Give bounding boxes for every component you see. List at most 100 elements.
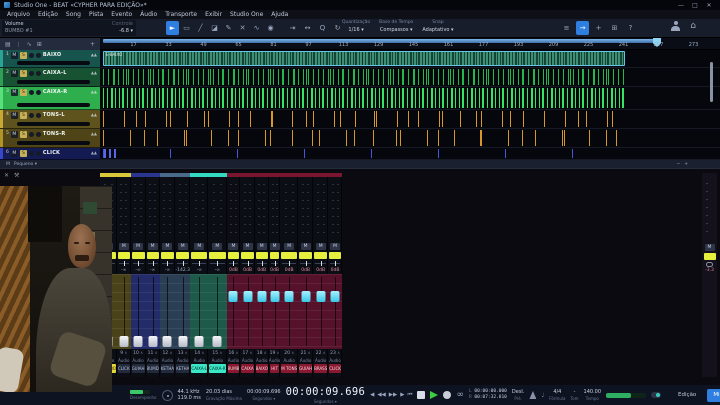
channel-name-label[interactable]: KETHA bbox=[161, 364, 174, 373]
loop-range-display[interactable]: L 00:00:00.000 R 00:07:32.810 bbox=[469, 389, 507, 401]
cpu-gauge-icon[interactable] bbox=[162, 390, 173, 401]
channel-volume-value[interactable]: -∞ bbox=[190, 267, 208, 274]
track-volume-bar[interactable] bbox=[17, 80, 90, 84]
secondary-tool-icon[interactable]: ⇥ bbox=[286, 21, 299, 35]
channel-solo-button[interactable] bbox=[299, 252, 312, 259]
channel-name-label[interactable]: CAIXA-L bbox=[191, 364, 207, 373]
channel-pan-slider[interactable] bbox=[146, 260, 160, 267]
channel-solo-button[interactable] bbox=[176, 252, 189, 259]
metronome-icon[interactable] bbox=[529, 391, 536, 399]
channel-volume-value[interactable]: -∞ bbox=[117, 267, 131, 274]
channel-fader-handle[interactable] bbox=[257, 291, 266, 302]
mixer-channel-strip[interactable]: M 0dB 16 Áudio BUMB bbox=[227, 173, 241, 377]
channel-name-label[interactable]: BUMD bbox=[147, 364, 159, 373]
channel-fader-track[interactable] bbox=[190, 274, 208, 349]
tool-button-icon[interactable]: ▭ bbox=[180, 21, 193, 35]
track-header[interactable]: 3 M S CAIXA-R ▲▲ bbox=[0, 87, 100, 110]
channel-fader-track[interactable] bbox=[227, 274, 241, 349]
track-name[interactable]: TONS-L bbox=[43, 112, 89, 118]
tool-button-icon[interactable]: ∿ bbox=[250, 21, 263, 35]
track-lane[interactable]: E-BAIXO bbox=[100, 50, 720, 68]
transport-nav-icon[interactable]: ◀◀ bbox=[377, 392, 385, 399]
channel-solo-button[interactable] bbox=[147, 252, 159, 259]
view-tool-icon[interactable]: → bbox=[576, 21, 589, 35]
channel-fader-handle[interactable] bbox=[285, 291, 294, 302]
tool-button-icon[interactable]: ◉ bbox=[264, 21, 277, 35]
tool-button-icon[interactable]: ✕ bbox=[236, 21, 249, 35]
mixer-channel-strip[interactable]: M -∞ 9 Áudio CLICK bbox=[117, 173, 131, 377]
loop-right-value[interactable]: 00:07:32.810 bbox=[474, 395, 507, 400]
channel-name-label[interactable]: CLICK bbox=[118, 364, 130, 373]
channel-mute-button[interactable]: M bbox=[194, 243, 204, 250]
channel-pan-slider[interactable] bbox=[227, 260, 241, 267]
channel-solo-button[interactable] bbox=[329, 252, 341, 259]
channel-pan-slider[interactable] bbox=[131, 260, 146, 267]
track-lane[interactable] bbox=[100, 110, 720, 129]
track-volume-bar[interactable] bbox=[17, 122, 90, 126]
channel-solo-button[interactable] bbox=[161, 252, 174, 259]
view-tool-icon[interactable]: ⊞ bbox=[608, 21, 621, 35]
menu-item[interactable]: Edição bbox=[38, 11, 58, 18]
time-signature-display[interactable]: 4/4 Fórmula bbox=[549, 389, 565, 400]
menu-item[interactable]: Áudio bbox=[140, 11, 157, 18]
track-lane[interactable] bbox=[100, 148, 720, 160]
track-name[interactable]: CLICK bbox=[43, 150, 89, 156]
view-tool-icon[interactable]: ≡ bbox=[560, 21, 573, 35]
transport-nav-icon[interactable]: ▶ bbox=[400, 392, 404, 399]
channel-solo-button[interactable] bbox=[191, 252, 207, 259]
channel-volume-value[interactable]: -∞ bbox=[131, 267, 146, 274]
record-button[interactable] bbox=[443, 391, 451, 399]
window-control-button[interactable]: □ bbox=[688, 2, 702, 9]
channel-fader-track[interactable] bbox=[117, 274, 131, 349]
track-name[interactable]: CAIXA-R bbox=[43, 89, 89, 95]
channel-mute-button[interactable]: M bbox=[228, 243, 238, 250]
track-solo-button[interactable]: S bbox=[20, 52, 27, 59]
main-time-unit[interactable]: Segundos ▾ bbox=[314, 399, 337, 404]
channel-volume-value[interactable]: 0dB bbox=[298, 267, 313, 274]
track-volume-bar[interactable] bbox=[17, 61, 90, 65]
channel-fader-handle[interactable] bbox=[213, 336, 222, 347]
track-record-button[interactable] bbox=[29, 151, 34, 156]
automation-mode[interactable]: Controle bbox=[112, 21, 133, 28]
channel-pan-slider[interactable] bbox=[328, 260, 342, 267]
channel-fader-handle[interactable] bbox=[195, 336, 204, 347]
channel-volume-value[interactable]: 0dB bbox=[313, 267, 328, 274]
view-tool-icon[interactable]: ? bbox=[624, 21, 637, 35]
track-header[interactable]: 6 M S CLICK ▲▲ bbox=[0, 148, 100, 160]
channel-pan-slider[interactable] bbox=[280, 260, 298, 267]
track-monitor-button[interactable] bbox=[36, 90, 41, 95]
channel-fader-track[interactable] bbox=[175, 274, 190, 349]
channel-fader-handle[interactable] bbox=[178, 336, 187, 347]
channel-mute-button[interactable]: M bbox=[162, 243, 172, 250]
channel-fader-handle[interactable] bbox=[243, 291, 252, 302]
channel-pan-slider[interactable] bbox=[298, 260, 313, 267]
loop-left-value[interactable]: 00:00:00.000 bbox=[474, 389, 507, 394]
channel-solo-button[interactable] bbox=[270, 252, 279, 259]
automation-box[interactable]: Volume Controle BUMBO #1 -6.8 ▾ bbox=[2, 20, 136, 36]
main-time-display[interactable]: 00:00:09.696 Segundos ▾ bbox=[286, 386, 365, 404]
channel-volume-value[interactable]: 0dB bbox=[328, 267, 342, 274]
channel-pan-slider[interactable] bbox=[117, 260, 131, 267]
channel-volume-value[interactable]: 0dB bbox=[255, 267, 269, 274]
menu-item[interactable]: Arquivo bbox=[7, 11, 30, 18]
mixer-channel-strip[interactable]: M -∞ 10 Áudio GUIAH bbox=[131, 173, 146, 377]
channel-pan-slider[interactable] bbox=[190, 260, 208, 267]
track-record-button[interactable] bbox=[29, 113, 34, 118]
main-time-value[interactable]: 00:00:09.696 bbox=[286, 386, 365, 399]
channel-pan-slider[interactable] bbox=[313, 260, 328, 267]
channel-mute-button[interactable]: M bbox=[270, 243, 280, 250]
mixer-channel-strip[interactable]: M 0dB 17 Áudio CAIXA bbox=[240, 173, 254, 377]
loop-button[interactable]: ∞ bbox=[456, 390, 464, 400]
track-monitor-button[interactable] bbox=[36, 151, 41, 156]
key-display[interactable]: - Tom bbox=[570, 389, 578, 400]
tool-button-icon[interactable]: ◪ bbox=[208, 21, 221, 35]
precount-selector[interactable]: Desl. Pré. bbox=[512, 389, 525, 400]
transport-nav-icon[interactable]: ⏮ bbox=[407, 392, 412, 399]
channel-mute-button[interactable]: M bbox=[257, 243, 267, 250]
channel-fader-handle[interactable] bbox=[163, 336, 172, 347]
mixer-channel-strip[interactable]: M -∞ 15 Áudio CAIXA-R bbox=[208, 173, 226, 377]
channel-solo-button[interactable] bbox=[132, 252, 145, 259]
channel-fader-track[interactable] bbox=[146, 274, 160, 349]
channel-name-label[interactable]: BAIXO bbox=[256, 364, 268, 373]
channel-volume-value[interactable]: 0dB bbox=[240, 267, 254, 274]
